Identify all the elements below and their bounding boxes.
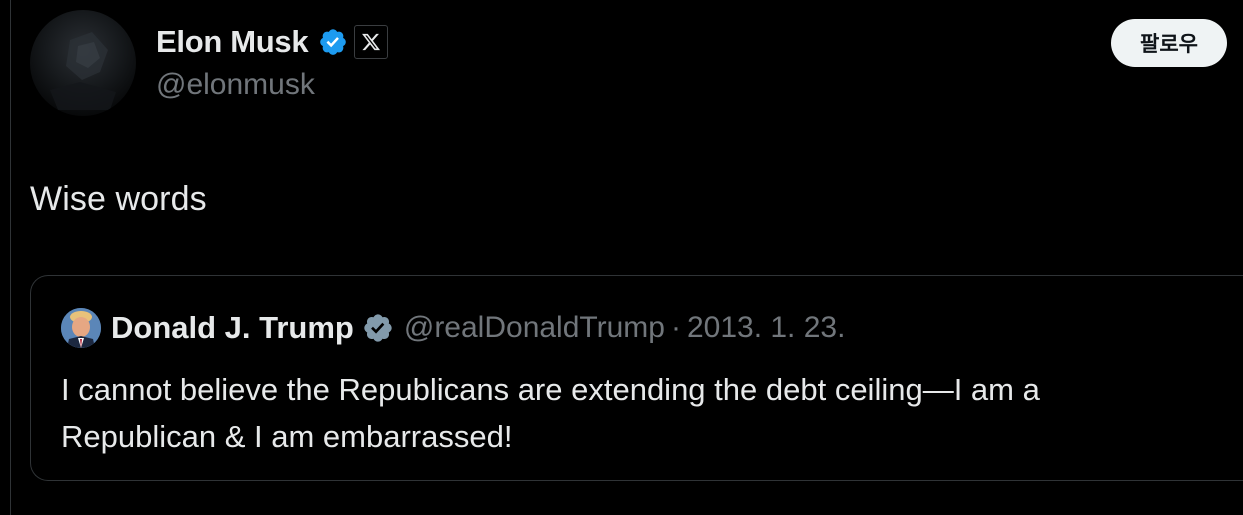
author-handle[interactable]: @elonmusk — [156, 68, 388, 102]
quoted-author-avatar[interactable] — [61, 308, 101, 348]
author-block: Elon Musk @elonmusk — [156, 22, 389, 102]
quoted-tweet-card[interactable]: Donald J. Trump @realDonaldTrump · 2013.… — [30, 275, 1243, 481]
quoted-tweet-header: Donald J. Trump @realDonaldTrump · 2013.… — [111, 306, 845, 350]
x-logo-icon[interactable] — [354, 25, 389, 59]
author-display-name[interactable]: Elon Musk — [156, 24, 309, 60]
verified-badge-icon[interactable] — [318, 27, 348, 57]
avatar-image — [50, 32, 116, 110]
quoted-avatar-image — [61, 308, 101, 348]
quoted-tweet-date[interactable]: 2013. 1. 23. — [687, 311, 845, 345]
quoted-tweet-text: I cannot believe the Republicans are ext… — [61, 372, 1040, 454]
thread-border — [10, 0, 11, 515]
verified-badge-icon[interactable] — [362, 312, 394, 344]
tweet-page: Elon Musk @elonmusk 팔로우 Wise words Donal… — [0, 0, 1243, 515]
author-name-row: Elon Musk — [156, 22, 389, 62]
separator-dot: · — [670, 311, 681, 344]
quoted-author-display-name[interactable]: Donald J. Trump — [111, 310, 354, 346]
author-avatar[interactable] — [30, 10, 136, 116]
quoted-author-handle[interactable]: @realDonaldTrump — [404, 311, 665, 345]
tweet-text: Wise words — [30, 180, 207, 218]
follow-button[interactable]: 팔로우 — [1111, 19, 1227, 67]
